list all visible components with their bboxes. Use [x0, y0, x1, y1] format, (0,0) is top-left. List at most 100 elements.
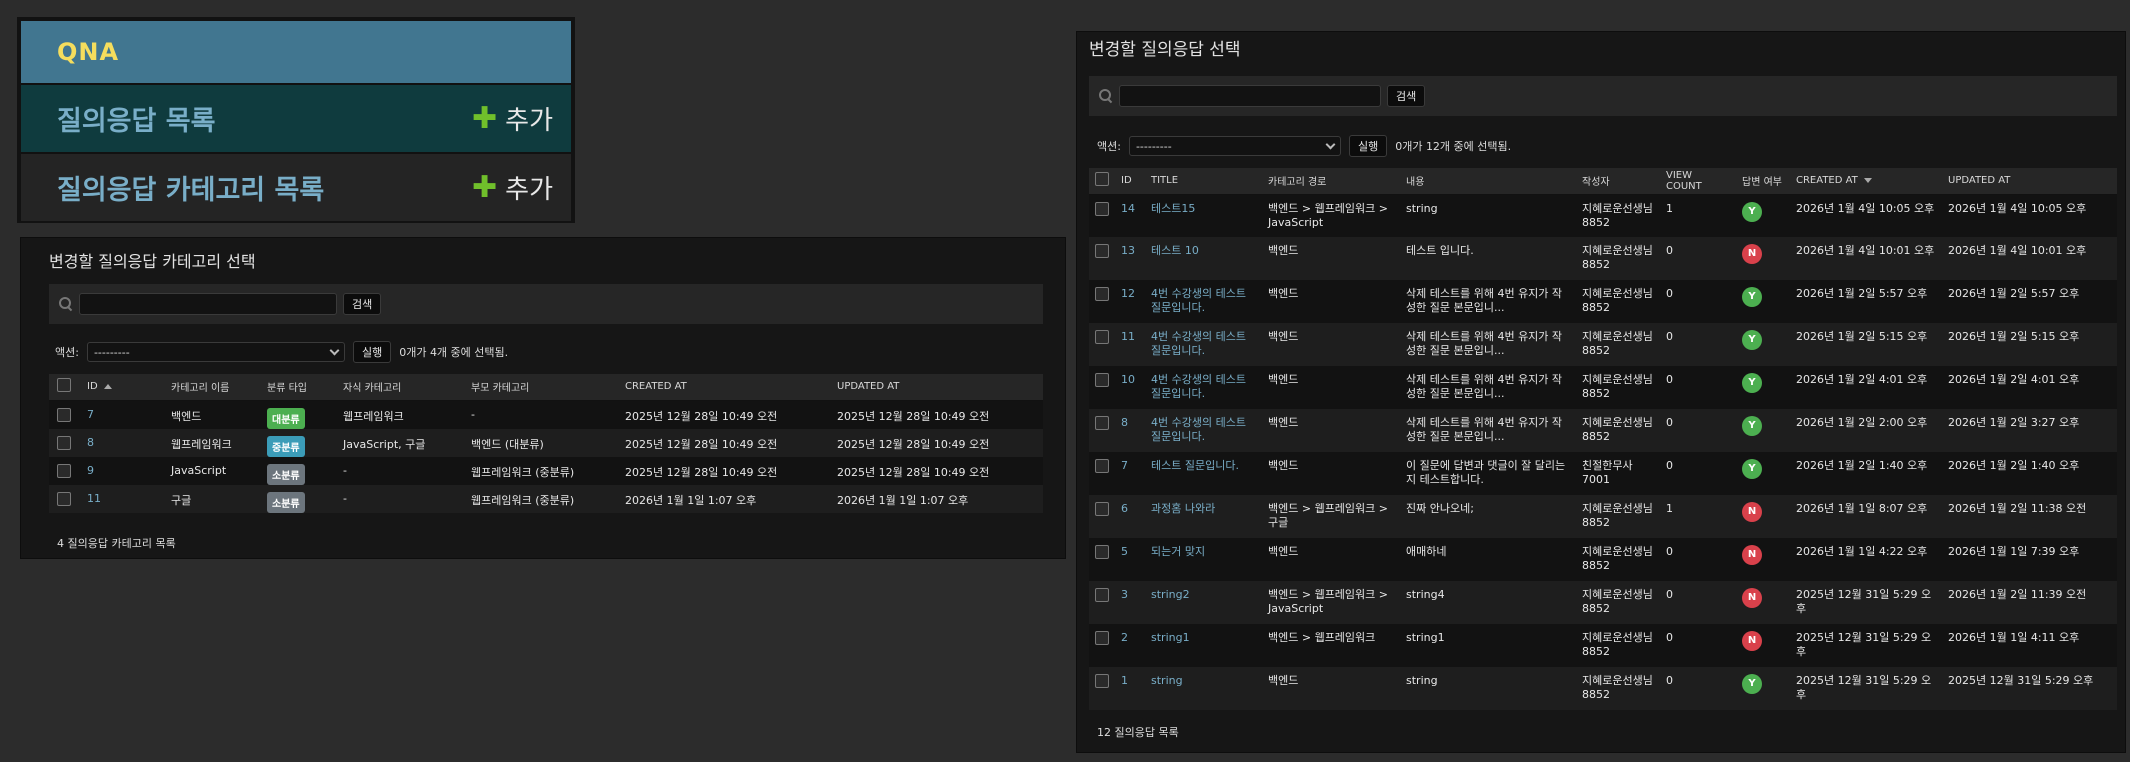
- row-title-link[interactable]: 테스트 질문입니다.: [1151, 459, 1239, 472]
- row-title-link[interactable]: 테스트 10: [1151, 244, 1199, 257]
- row-checkbox[interactable]: [1095, 244, 1109, 258]
- search-input[interactable]: [1119, 85, 1381, 107]
- nav-item-label[interactable]: 질의응답 카테고리 목록: [57, 168, 324, 207]
- column-header[interactable]: UPDATED AT: [829, 374, 1043, 401]
- row-select-cell: [1089, 581, 1115, 624]
- row-select-cell: [1089, 624, 1115, 667]
- question-table: ID TITLE 카테고리 경로 내용 작성자 VIEW COUNT 답변 여부…: [1089, 168, 2117, 710]
- sort-asc-icon[interactable]: [103, 383, 112, 389]
- column-header[interactable]: CREATED AT: [1790, 168, 1942, 195]
- row-id-link[interactable]: 9: [87, 464, 94, 477]
- column-header[interactable]: UPDATED AT: [1942, 168, 2117, 195]
- add-label[interactable]: 추가: [505, 100, 553, 137]
- nav-item-question-list[interactable]: 질의응답 목록 ✚ 추가: [21, 83, 571, 152]
- row-checkbox[interactable]: [1095, 631, 1109, 645]
- column-header[interactable]: 부모 카테고리: [463, 374, 617, 401]
- row-title-link[interactable]: 4번 수강생의 테스트 질문입니다.: [1151, 373, 1246, 400]
- select-all-checkbox[interactable]: [1095, 172, 1109, 187]
- column-header[interactable]: CREATED AT: [617, 374, 829, 401]
- row-title-link[interactable]: 테스트15: [1151, 202, 1195, 215]
- column-header[interactable]: VIEW COUNT: [1660, 168, 1736, 195]
- column-header[interactable]: 답변 여부: [1736, 168, 1790, 195]
- row-checkbox[interactable]: [1095, 545, 1109, 559]
- column-header[interactable]: 내용: [1400, 168, 1576, 195]
- search-button[interactable]: 검색: [1387, 85, 1426, 107]
- row-checkbox[interactable]: [57, 407, 71, 422]
- column-header[interactable]: 카테고리 경로: [1262, 168, 1400, 195]
- column-header[interactable]: ID: [79, 374, 163, 401]
- row-id-link[interactable]: 7: [1121, 459, 1128, 472]
- parent-cell: 백엔드 (대분류): [463, 428, 617, 457]
- children-cell: -: [335, 456, 463, 485]
- updated-cell: 2025년 12월 28일 10:49 오전: [829, 400, 1043, 429]
- table-cell: Y: [1736, 452, 1790, 495]
- action-select[interactable]: ---------: [1128, 136, 1341, 156]
- row-title-link[interactable]: string2: [1151, 588, 1190, 601]
- row-checkbox[interactable]: [1095, 330, 1109, 344]
- author-cell: 지혜로운선생님8852: [1576, 194, 1660, 237]
- table-cell: 12: [1115, 280, 1145, 323]
- row-checkbox[interactable]: [1095, 201, 1109, 216]
- app-section-title[interactable]: QNA: [21, 21, 571, 83]
- column-header[interactable]: 자식 카테고리: [335, 374, 463, 401]
- row-title-link[interactable]: 되는거 맞지: [1151, 545, 1205, 558]
- nav-item-label[interactable]: 질의응답 목록: [57, 99, 215, 138]
- search-input[interactable]: [79, 293, 337, 315]
- nav-item-category-list[interactable]: 질의응답 카테고리 목록 ✚ 추가: [21, 152, 571, 221]
- row-id-link[interactable]: 7: [87, 408, 94, 421]
- row-id-link[interactable]: 14: [1121, 202, 1135, 215]
- row-id-link[interactable]: 3: [1121, 588, 1128, 601]
- row-title-link[interactable]: string1: [1151, 631, 1190, 644]
- content-cell: string: [1400, 194, 1576, 237]
- row-title-link[interactable]: string: [1151, 674, 1183, 687]
- row-checkbox[interactable]: [57, 491, 71, 506]
- action-select[interactable]: ---------: [86, 342, 345, 362]
- row-checkbox[interactable]: [1095, 287, 1109, 301]
- row-checkbox[interactable]: [57, 463, 71, 478]
- column-header[interactable]: TITLE: [1145, 168, 1262, 195]
- column-header[interactable]: 작성자: [1576, 168, 1660, 195]
- row-id-link[interactable]: 2: [1121, 631, 1128, 644]
- row-id-link[interactable]: 8: [87, 436, 94, 449]
- row-title-link[interactable]: 과정홈 나와라: [1151, 502, 1215, 515]
- row-id-link[interactable]: 12: [1121, 287, 1135, 300]
- run-action-button[interactable]: 실행: [1348, 135, 1388, 157]
- row-id-link[interactable]: 6: [1121, 502, 1128, 515]
- search-button[interactable]: 검색: [343, 293, 382, 315]
- row-checkbox[interactable]: [1095, 588, 1109, 602]
- row-checkbox[interactable]: [1095, 674, 1109, 688]
- row-id-link[interactable]: 13: [1121, 244, 1135, 257]
- row-checkbox[interactable]: [1095, 373, 1109, 387]
- row-checkbox[interactable]: [57, 435, 71, 450]
- row-id-link[interactable]: 5: [1121, 545, 1128, 558]
- row-id-link[interactable]: 10: [1121, 373, 1135, 386]
- row-id-link[interactable]: 11: [1121, 330, 1135, 343]
- add-question-button[interactable]: ✚ 추가: [472, 100, 553, 137]
- search-icon: [1099, 89, 1113, 103]
- column-header[interactable]: 카테고리 이름: [163, 374, 259, 401]
- row-id-link[interactable]: 1: [1121, 674, 1128, 687]
- table-cell: 1: [1115, 667, 1145, 710]
- row-title-link[interactable]: 4번 수강생의 테스트 질문입니다.: [1151, 416, 1246, 443]
- row-checkbox[interactable]: [1095, 459, 1109, 473]
- row-id-link[interactable]: 11: [87, 492, 101, 505]
- table-cell: string1: [1145, 624, 1262, 667]
- sort-desc-icon[interactable]: [1863, 177, 1872, 183]
- select-all-checkbox[interactable]: [57, 378, 71, 393]
- row-title-link[interactable]: 4번 수강생의 테스트 질문입니다.: [1151, 330, 1246, 357]
- add-label[interactable]: 추가: [505, 169, 553, 206]
- row-checkbox[interactable]: [1095, 416, 1109, 430]
- row-select-cell: [49, 428, 79, 457]
- paginator: 4 질의응답 카테고리 목록: [57, 536, 176, 550]
- add-category-button[interactable]: ✚ 추가: [472, 169, 553, 206]
- column-header[interactable]: 분류 타입: [259, 374, 335, 401]
- created-cell: 2026년 1월 1일 1:07 오후: [617, 484, 829, 513]
- row-id-link[interactable]: 8: [1121, 416, 1128, 429]
- run-action-button[interactable]: 실행: [352, 341, 392, 363]
- row-title-link[interactable]: 4번 수강생의 테스트 질문입니다.: [1151, 287, 1246, 314]
- app-nav-panel: QNA 질의응답 목록 ✚ 추가 질의응답 카테고리 목록 ✚ 추가: [17, 17, 575, 223]
- type-badge: 중분류: [267, 435, 305, 457]
- column-header[interactable]: ID: [1115, 168, 1145, 195]
- row-checkbox[interactable]: [1095, 502, 1109, 516]
- created-cell: 2025년 12월 28일 10:49 오전: [617, 456, 829, 485]
